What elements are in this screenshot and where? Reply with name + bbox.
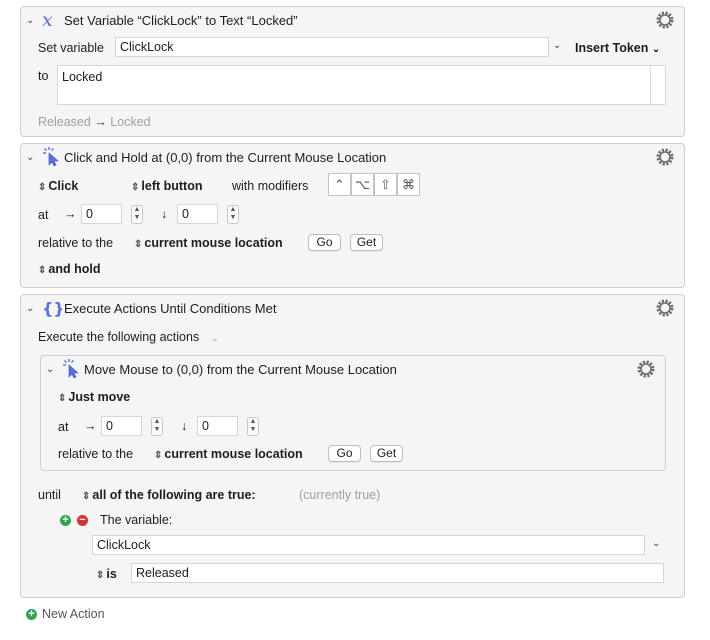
chevron-down-icon: ⌄ — [651, 44, 661, 55]
relative-to-popup[interactable]: ⇕ current mouse location — [154, 447, 303, 461]
variable-dropdown-chevron-icon[interactable]: ⌄ — [652, 538, 660, 549]
set-variable-action: ⌄ x Set Variable “ClickLock” to Text “Lo… — [20, 6, 685, 137]
option-key-toggle[interactable]: ⌥ — [351, 173, 374, 196]
relative-to-value: current mouse location — [164, 447, 303, 461]
braces-icon: {} — [42, 299, 62, 318]
gear-icon[interactable] — [655, 147, 675, 167]
new-action-icon[interactable]: + — [26, 609, 37, 620]
condition-mode-popup[interactable]: ⇕ all of the following are true: — [82, 488, 256, 502]
status-from: Released — [38, 115, 91, 129]
compare-value-field[interactable]: Released — [131, 563, 664, 583]
remove-condition-icon[interactable]: − — [77, 515, 88, 526]
updown-icon: ⇕ — [131, 182, 140, 193]
relative-to-label: relative to the — [58, 447, 134, 461]
operator-popup[interactable]: ⇕ is — [96, 567, 117, 581]
nested-action-title: Move Mouse to (0,0) from the Current Mou… — [84, 362, 397, 377]
condition-mode-value: all of the following are true: — [92, 488, 256, 502]
collapse-chevron-icon[interactable]: ⌄ — [26, 15, 34, 26]
svg-text:{}: {} — [42, 299, 62, 318]
y-coordinate-field[interactable]: 0 — [197, 416, 238, 436]
variable-name-field[interactable]: ClickLock — [115, 37, 549, 57]
mouse-click-icon — [43, 147, 59, 167]
action-title: Click and Hold at (0,0) from the Current… — [64, 150, 387, 165]
updown-icon: ⇕ — [58, 393, 67, 404]
modifier-keys: ⌃ ⌥ ⇧ ⌘ — [328, 173, 421, 196]
go-button[interactable]: Go — [308, 234, 341, 251]
y-stepper[interactable]: ▲ ▼ — [227, 205, 239, 224]
to-label: to — [38, 69, 49, 83]
updown-icon: ⇕ — [82, 491, 91, 502]
action-title: Execute Actions Until Conditions Met — [64, 301, 277, 316]
arrow-right-icon: → — [84, 419, 97, 433]
arrow-right-icon: → — [64, 207, 77, 221]
relative-to-label: relative to the — [38, 236, 114, 250]
condition-variable-field[interactable]: ClickLock — [92, 535, 645, 555]
execute-actions-label: Execute the following actions — [38, 330, 200, 344]
updown-icon: ⇕ — [96, 570, 105, 581]
svg-text:x: x — [42, 10, 53, 30]
currently-status: (currently true) — [299, 488, 381, 502]
collapse-chevron-icon[interactable]: ⌄ — [26, 303, 34, 314]
control-key-toggle[interactable]: ⌃ — [328, 173, 351, 196]
move-mode-popup[interactable]: ⇕ Just move — [58, 390, 130, 404]
shift-key-toggle[interactable]: ⇧ — [374, 173, 397, 196]
gear-icon[interactable] — [655, 10, 675, 30]
operator-value: is — [106, 567, 117, 581]
gear-icon[interactable] — [636, 359, 656, 379]
arrow-down-icon: ↓ — [161, 207, 168, 221]
get-button[interactable]: Get — [370, 445, 403, 462]
nested-move-mouse-action: ⌄ Move Mouse to (0,0) from the Current M… — [40, 355, 666, 471]
to-value-textarea[interactable]: Locked — [57, 65, 666, 105]
arrow-down-icon: ↓ — [181, 419, 188, 433]
insert-token-button[interactable]: Insert Token ⌄ — [575, 41, 660, 55]
y-stepper[interactable]: ▲ ▼ — [247, 417, 259, 436]
updown-icon: ⇕ — [38, 182, 47, 193]
action-title: Set Variable “ClickLock” to Text “Locked… — [64, 13, 298, 28]
collapse-chevron-icon[interactable]: ⌄ — [26, 152, 34, 163]
move-mode-value: Just move — [68, 390, 131, 404]
status-line: Released → Locked — [38, 115, 151, 129]
relative-to-value: current mouse location — [144, 236, 283, 250]
variable-x-icon: x — [42, 10, 53, 30]
textarea-scrollbar[interactable] — [650, 66, 651, 104]
command-key-toggle[interactable]: ⌘ — [397, 173, 420, 196]
x-stepper[interactable]: ▲ ▼ — [131, 205, 143, 224]
at-label: at — [58, 420, 69, 434]
insert-token-label: Insert Token — [575, 41, 649, 55]
add-condition-icon[interactable]: + — [60, 515, 71, 526]
relative-to-popup[interactable]: ⇕ current mouse location — [134, 236, 283, 250]
until-label: until — [38, 488, 61, 502]
mouse-button-value: left button — [141, 179, 203, 193]
collapse-chevron-icon[interactable]: ⌄ — [46, 364, 54, 375]
x-stepper[interactable]: ▲ ▼ — [151, 417, 163, 436]
y-coordinate-field[interactable]: 0 — [177, 204, 218, 224]
new-action-button[interactable]: New Action — [42, 607, 105, 621]
at-label: at — [38, 208, 49, 222]
chevron-down-icon: ⌄ — [210, 333, 220, 344]
mouse-click-icon — [63, 359, 79, 379]
click-type-value: Click — [48, 179, 79, 193]
arrow-right-icon: → — [94, 115, 107, 129]
x-coordinate-field[interactable]: 0 — [81, 204, 122, 224]
status-to: Locked — [110, 115, 151, 129]
click-hold-action: ⌄ Click and Hold at (0,0) from the Curre… — [20, 143, 685, 288]
updown-icon: ⇕ — [154, 450, 163, 461]
with-modifiers-label: with modifiers — [232, 179, 309, 193]
execute-until-action: ⌄ {} Execute Actions Until Conditions Me… — [20, 294, 685, 598]
mouse-button-popup[interactable]: ⇕ left button — [131, 179, 202, 193]
click-type-popup[interactable]: ⇕ Click — [38, 179, 78, 193]
x-coordinate-field[interactable]: 0 — [101, 416, 142, 436]
condition-type-label: The variable: — [100, 513, 173, 527]
execute-actions-popup[interactable]: Execute the following actions ⌄ — [38, 330, 219, 344]
variable-dropdown-chevron-icon[interactable]: ⌄ — [553, 40, 561, 51]
hold-mode-value: and hold — [48, 262, 101, 276]
set-variable-label: Set variable — [38, 41, 105, 55]
hold-mode-popup[interactable]: ⇕ and hold — [38, 262, 100, 276]
gear-icon[interactable] — [655, 298, 675, 318]
get-button[interactable]: Get — [350, 234, 383, 251]
updown-icon: ⇕ — [38, 265, 47, 276]
updown-icon: ⇕ — [134, 239, 143, 250]
go-button[interactable]: Go — [328, 445, 361, 462]
